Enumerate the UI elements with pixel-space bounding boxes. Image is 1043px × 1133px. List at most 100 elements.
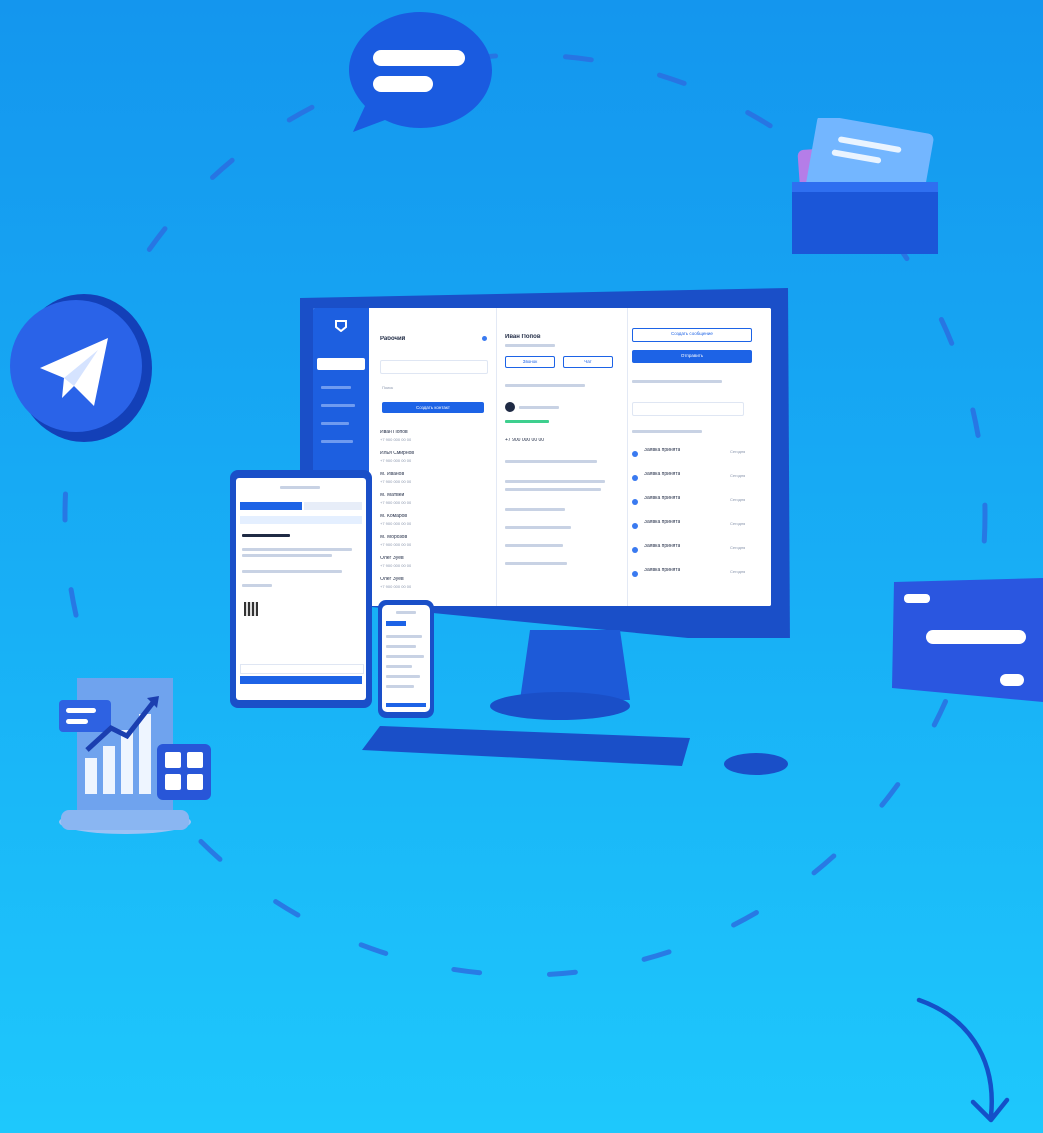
contact-name: М. Матвей	[380, 493, 405, 498]
activity-row[interactable]: Заявка принята Сегодня	[632, 520, 762, 536]
tablet-line	[242, 554, 332, 557]
tablet-line	[242, 584, 272, 587]
call-button[interactable]: Звонок	[505, 356, 555, 368]
mouse	[724, 753, 788, 775]
activity-title: Заявка принята	[644, 568, 681, 573]
contact-name: Илья Смирнов	[380, 451, 415, 456]
detail-phone: +7 900 000 00 00	[505, 438, 545, 443]
activity-panel: Создать сообщение Отправить Заявка приня…	[628, 308, 771, 606]
contact-phone: +7 900 000 00 00	[380, 501, 412, 505]
detail-avatar	[505, 402, 515, 412]
detail-line	[505, 508, 565, 511]
list-add-icon[interactable]	[482, 336, 487, 341]
telegram-icon	[6, 288, 154, 446]
activity-status-icon	[632, 499, 638, 505]
report-chart-icon	[55, 670, 215, 845]
contact-name: Иван Попов	[380, 430, 408, 435]
detail-subtitle	[505, 344, 555, 347]
contact-phone: +7 900 000 00 00	[380, 585, 412, 589]
contact-phone: +7 900 000 00 00	[380, 438, 412, 442]
sidebar-item[interactable]	[321, 440, 353, 443]
activity-row[interactable]: Заявка принята Сегодня	[632, 568, 762, 584]
activity-row[interactable]: Заявка принята Сегодня	[632, 496, 762, 512]
panel-caption	[632, 380, 722, 383]
tablet-tab[interactable]	[304, 502, 362, 510]
contact-row[interactable]: Илья Смирнов +7 900 000 00 00	[380, 451, 486, 467]
contact-name: М. Иванов	[380, 472, 405, 477]
panel-search[interactable]	[632, 402, 744, 416]
contact-name: Олег Зуев	[380, 556, 404, 561]
detail-line	[505, 480, 605, 483]
activity-status-icon	[632, 571, 638, 577]
send-button[interactable]: Отправить	[632, 350, 752, 363]
activity-row[interactable]: Заявка принята Сегодня	[632, 472, 762, 488]
panel-caption	[632, 430, 702, 433]
tablet-line	[242, 548, 352, 551]
detail-status	[505, 420, 549, 423]
contact-name: М. Морозов	[380, 535, 408, 540]
monitor-stand	[490, 630, 630, 720]
document-folder-icon	[790, 118, 940, 258]
contact-phone: +7 900 000 00 00	[380, 480, 412, 484]
contact-row[interactable]: М. Иванов +7 900 000 00 00	[380, 472, 486, 488]
detail-line	[505, 544, 563, 547]
tablet-qr-code	[244, 602, 258, 616]
phone-line	[386, 645, 416, 648]
activity-time: Сегодня	[730, 522, 746, 526]
activity-time: Сегодня	[730, 570, 746, 574]
activity-row[interactable]: Заявка принята Сегодня	[632, 448, 762, 464]
list-filter[interactable]	[380, 360, 488, 374]
tablet-line	[242, 534, 290, 537]
tablet-input[interactable]	[240, 664, 364, 674]
phone-line	[386, 665, 412, 668]
phone-bottom-bar[interactable]	[386, 703, 426, 707]
list-title: Рабочий	[380, 336, 406, 342]
contact-row[interactable]: Олег Зуев +7 900 000 00 00	[380, 556, 486, 572]
curved-arrow-icon	[905, 992, 1025, 1132]
detail-line	[505, 384, 585, 387]
activity-row[interactable]: Заявка принята Сегодня	[632, 544, 762, 560]
contact-row[interactable]: Олег Зуев +7 900 000 00 00	[380, 577, 486, 593]
tablet-tab-active[interactable]	[240, 502, 302, 510]
sidebar-item[interactable]	[321, 422, 349, 425]
activity-time: Сегодня	[730, 450, 746, 454]
contact-row[interactable]: М. Комаров +7 900 000 00 00	[380, 514, 486, 530]
create-contact-button[interactable]: Создать контакт	[382, 402, 484, 413]
contact-row[interactable]: М. Матвей +7 900 000 00 00	[380, 493, 486, 509]
phone-header	[396, 611, 416, 614]
activity-status-icon	[632, 547, 638, 553]
sidebar-active-item[interactable]	[317, 358, 365, 370]
monitor-screen: Рабочий Поиск Создать контакт Иван Попов…	[313, 308, 771, 606]
phone-line	[386, 685, 414, 688]
phone-line	[386, 635, 422, 638]
activity-time: Сегодня	[730, 474, 746, 478]
activity-title: Заявка принята	[644, 472, 681, 477]
tablet-line	[242, 570, 342, 573]
phone-line	[386, 675, 420, 678]
tablet-banner	[240, 516, 362, 524]
contact-row[interactable]: Иван Попов +7 900 000 00 00	[380, 430, 486, 446]
detail-line	[505, 460, 597, 463]
tablet-submit-button[interactable]	[240, 676, 362, 684]
chat-button[interactable]: Чат	[563, 356, 613, 368]
create-message-button[interactable]: Создать сообщение	[632, 328, 752, 342]
phone-screen	[382, 605, 430, 712]
activity-title: Заявка принята	[644, 496, 681, 501]
list-search-input[interactable]: Поиск	[382, 386, 482, 390]
activity-status-icon	[632, 523, 638, 529]
keyboard	[362, 726, 690, 766]
sidebar-item[interactable]	[321, 404, 355, 407]
credit-card-icon	[888, 574, 1043, 702]
phone-button[interactable]	[386, 621, 406, 626]
contact-row[interactable]: М. Морозов +7 900 000 00 00	[380, 535, 486, 551]
contact-list-panel: Рабочий Поиск Создать контакт Иван Попов…	[370, 308, 497, 606]
detail-line	[519, 406, 559, 409]
activity-time: Сегодня	[730, 498, 746, 502]
contact-phone: +7 900 000 00 00	[380, 543, 412, 547]
contact-name: Олег Зуев	[380, 577, 404, 582]
contact-phone: +7 900 000 00 00	[380, 459, 412, 463]
chat-bubble-icon	[345, 8, 495, 133]
tablet-header	[280, 486, 320, 489]
sidebar-item[interactable]	[321, 386, 351, 389]
contact-phone: +7 900 000 00 00	[380, 522, 412, 526]
